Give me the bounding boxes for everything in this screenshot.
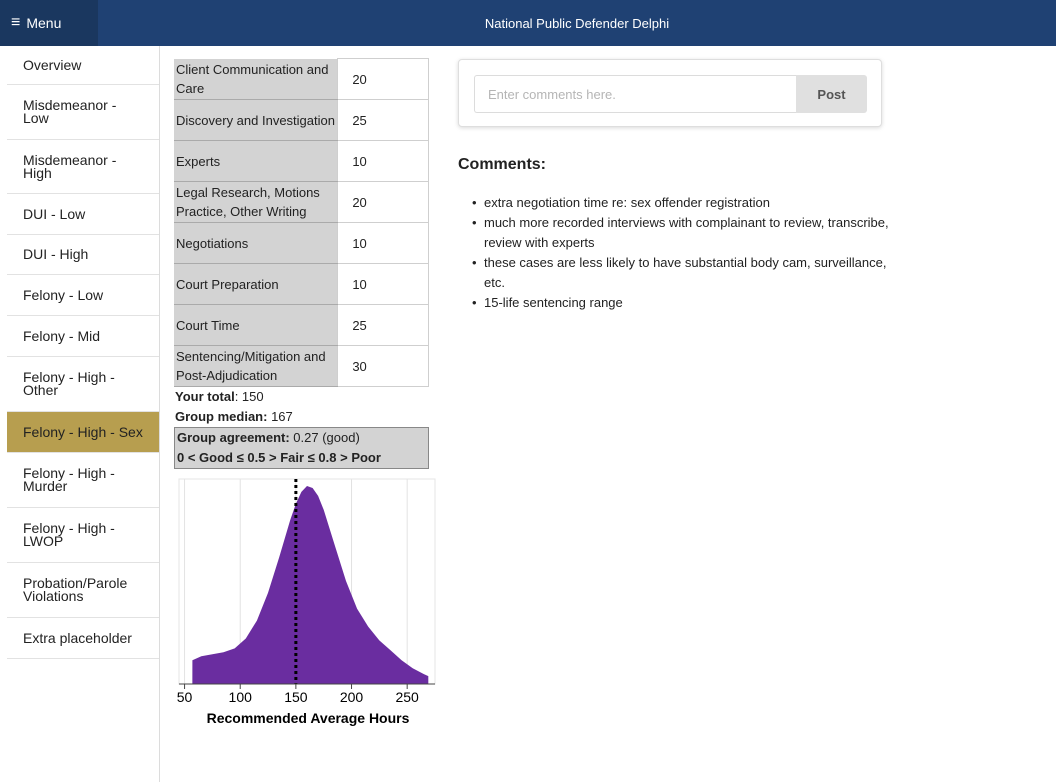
sidebar-item-label: Felony - High - Murder <box>23 465 115 494</box>
comments-list: extra negotiation time re: sex offender … <box>470 193 890 313</box>
comment-input[interactable] <box>474 75 797 113</box>
sidebar-item-extra-placeholder[interactable]: Extra placeholder <box>7 618 159 659</box>
sidebar-item-label: DUI - High <box>23 246 89 262</box>
sidebar-item-label: Overview <box>23 56 82 73</box>
x-tick-label: 150 <box>284 689 308 705</box>
group-agreement-box: Group agreement: 0.27 (good) 0 < Good ≤ … <box>174 427 429 469</box>
post-button[interactable]: Post <box>796 75 867 113</box>
your-total: Your total: 150 <box>175 389 264 404</box>
x-tick-label: 100 <box>229 689 253 705</box>
x-axis-label: Recommended Average Hours <box>207 710 410 726</box>
sidebar-item-label: Misdemeanor - High <box>23 151 117 181</box>
group-agreement: Group agreement: 0.27 (good) <box>177 430 360 445</box>
hours-input-legal-research[interactable]: 20 <box>337 181 429 223</box>
category-label: Discovery and Investigation <box>174 99 338 141</box>
sidebar-item-label: Extra placeholder <box>23 629 132 646</box>
sidebar-item-label: Felony - Low <box>23 286 104 303</box>
hours-input-court-preparation[interactable]: 10 <box>337 263 429 305</box>
table-row: Court Preparation 10 <box>174 263 429 305</box>
table-row: Court Time 25 <box>174 304 429 346</box>
sidebar-item-felony-low[interactable]: Felony - Low <box>7 275 159 316</box>
x-tick-label: 250 <box>395 689 419 705</box>
agreement-scale: 0 < Good ≤ 0.5 > Fair ≤ 0.8 > Poor <box>177 450 381 465</box>
menu-button[interactable]: ≡ Menu <box>0 0 98 46</box>
sidebar-item-misdemeanor-low[interactable]: Misdemeanor - Low <box>7 85 159 140</box>
hours-input-court-time[interactable]: 25 <box>337 304 429 346</box>
sidebar-item-felony-high-sex[interactable]: Felony - High - Sex <box>7 412 159 453</box>
app-title: National Public Defender Delphi <box>484 15 670 31</box>
group-median: Group median: 167 <box>175 409 293 424</box>
category-label: Experts <box>174 140 338 182</box>
top-bar: ≡ Menu National Public Defender Delphi <box>0 0 1056 46</box>
category-label: Negotiations <box>174 222 338 264</box>
hours-allocation-table: Client Communication and Care 20 Discove… <box>174 58 429 387</box>
hours-distribution-chart: 50 100 150 200 250 Recommended Average Hours <box>177 478 436 726</box>
category-label: Sentencing/Mitigation and Post-Adjudicat… <box>174 345 338 387</box>
sidebar-item-felony-high-murder[interactable]: Felony - High - Murder <box>7 453 159 508</box>
sidebar-item-label: DUI - Low <box>23 205 86 222</box>
hours-input-discovery[interactable]: 25 <box>337 99 429 141</box>
sidebar-item-label: Felony - Mid <box>23 327 101 344</box>
comment-item: extra negotiation time re: sex offender … <box>470 193 890 213</box>
hamburger-icon: ≡ <box>11 14 21 31</box>
comments-heading: Comments: <box>458 156 547 173</box>
table-row: Legal Research, Motions Practice, Other … <box>174 181 429 223</box>
table-row: Sentencing/Mitigation and Post-Adjudicat… <box>174 345 429 387</box>
menu-label: Menu <box>26 15 62 31</box>
hours-input-client-communication[interactable]: 20 <box>337 58 429 100</box>
table-row: Discovery and Investigation 25 <box>174 99 429 141</box>
sidebar-item-felony-high-lwop[interactable]: Felony - High - LWOP <box>7 508 159 563</box>
comment-item: much more recorded interviews with compl… <box>470 213 890 253</box>
density-area <box>192 486 429 684</box>
sidebar-item-label: Probation/Parole Violations <box>23 575 128 604</box>
sidebar-item-overview[interactable]: Overview <box>7 46 159 85</box>
sidebar-item-dui-high[interactable]: DUI - High <box>7 235 159 275</box>
sidebar-item-label: Felony - High - Sex <box>23 423 143 440</box>
x-tick-label: 50 <box>177 689 193 705</box>
category-label: Court Time <box>174 304 338 346</box>
sidebar-item-probation-parole-violations[interactable]: Probation/Parole Violations <box>7 563 159 618</box>
sidebar-item-misdemeanor-high[interactable]: Misdemeanor - High <box>7 140 159 194</box>
comment-item: 15-life sentencing range <box>470 293 890 313</box>
summary-block: Your total: 150 Group median: 167 <box>175 387 430 427</box>
comment-item: these cases are less likely to have subs… <box>470 253 890 293</box>
category-label: Legal Research, Motions Practice, Other … <box>174 181 338 223</box>
comment-form-card: Post <box>458 59 882 127</box>
table-row: Negotiations 10 <box>174 222 429 264</box>
x-tick-label: 200 <box>340 689 364 705</box>
hours-input-negotiations[interactable]: 10 <box>337 222 429 264</box>
table-row: Experts 10 <box>174 140 429 182</box>
sidebar-item-dui-low[interactable]: DUI - Low <box>7 194 159 235</box>
category-label: Client Communication and Care <box>174 58 338 100</box>
sidebar: Overview Misdemeanor - Low Misdemeanor -… <box>7 46 160 782</box>
sidebar-item-label: Felony - High - Other <box>23 369 115 398</box>
sidebar-item-felony-high-other[interactable]: Felony - High - Other <box>7 357 159 412</box>
sidebar-item-felony-mid[interactable]: Felony - Mid <box>7 316 159 357</box>
hours-input-sentencing[interactable]: 30 <box>337 345 429 387</box>
hours-input-experts[interactable]: 10 <box>337 140 429 182</box>
category-label: Court Preparation <box>174 263 338 305</box>
sidebar-item-label: Felony - High - LWOP <box>23 520 115 549</box>
table-row: Client Communication and Care 20 <box>174 58 429 100</box>
sidebar-item-label: Misdemeanor - Low <box>23 97 117 126</box>
